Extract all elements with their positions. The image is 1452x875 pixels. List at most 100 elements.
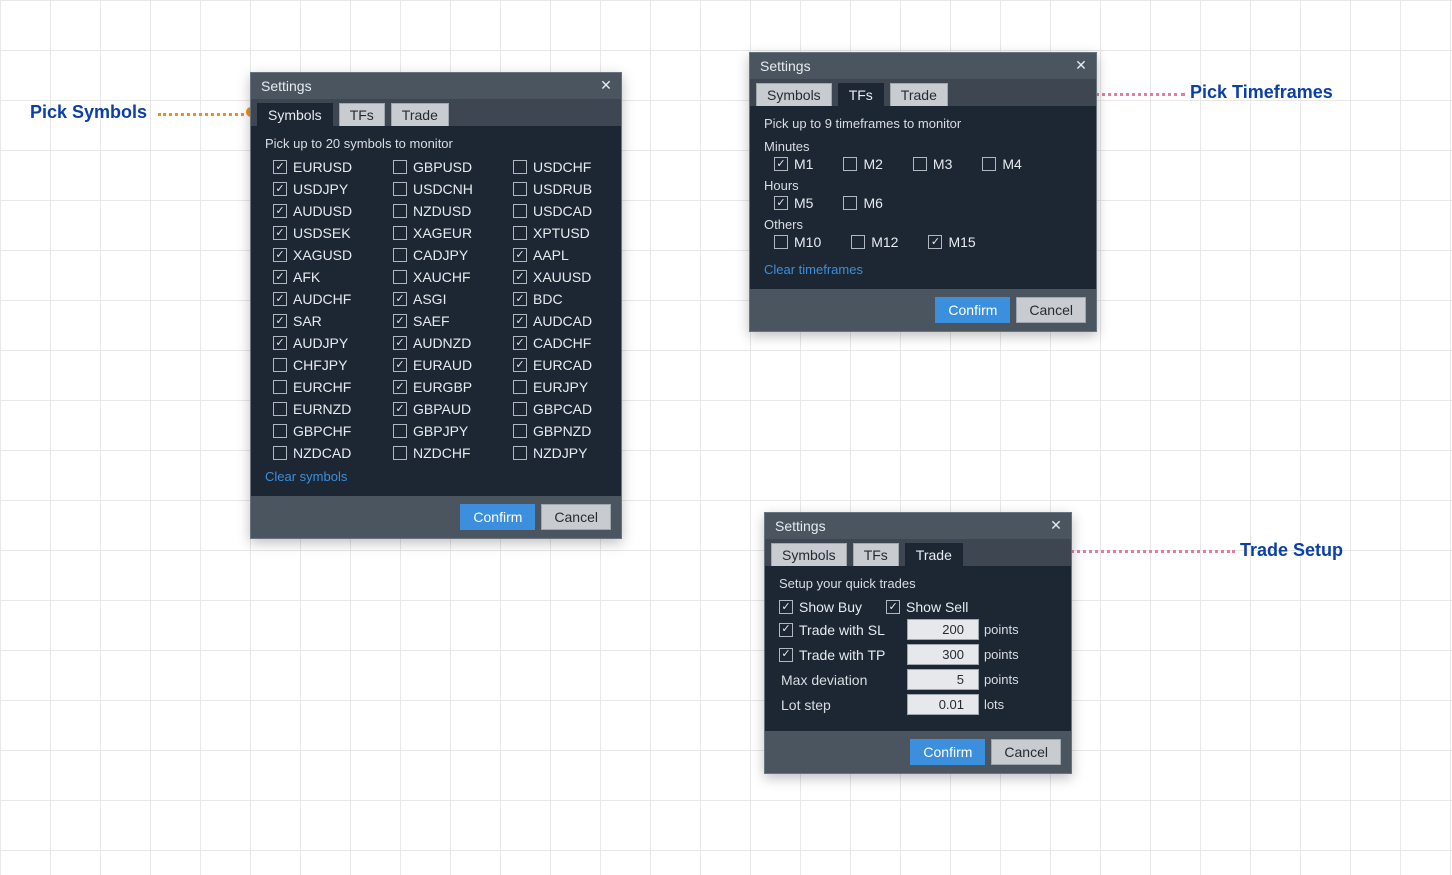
cancel-button[interactable]: Cancel [541, 504, 611, 530]
tf-checkbox[interactable]: M2 [843, 156, 882, 172]
show-buy-checkbox[interactable]: Show Buy [779, 599, 862, 615]
symbol-checkbox[interactable]: USDCNH [393, 181, 503, 197]
symbol-checkbox[interactable]: AAPL [513, 247, 623, 263]
symbol-checkbox[interactable]: SAR [273, 313, 383, 329]
symbol-checkbox[interactable]: EURAUD [393, 357, 503, 373]
symbol-checkbox[interactable]: NZDCHF [393, 445, 503, 461]
tf-checkbox[interactable]: M12 [851, 234, 898, 250]
max-dev-stepper[interactable]: 5 ▲▼ [907, 669, 972, 690]
symbol-checkbox[interactable]: EURJPY [513, 379, 623, 395]
close-icon[interactable]: ✕ [597, 77, 615, 95]
tab-trade[interactable]: Trade [905, 543, 963, 566]
tf-checkbox[interactable]: M4 [982, 156, 1021, 172]
symbol-checkbox[interactable]: GBPUSD [393, 159, 503, 175]
symbol-checkbox[interactable]: EURCAD [513, 357, 623, 373]
tab-tfs[interactable]: TFs [853, 543, 899, 566]
confirm-button[interactable]: Confirm [460, 504, 535, 530]
symbol-checkbox[interactable]: SAEF [393, 313, 503, 329]
symbol-checkbox[interactable]: GBPCAD [513, 401, 623, 417]
symbol-checkbox[interactable]: NZDJPY [513, 445, 623, 461]
checkbox-icon [393, 270, 407, 284]
checkbox-icon [886, 600, 900, 614]
tab-tfs[interactable]: TFs [339, 103, 385, 126]
symbol-checkbox[interactable]: CADCHF [513, 335, 623, 351]
symbol-checkbox-label: NZDUSD [413, 203, 471, 219]
symbol-checkbox[interactable]: GBPJPY [393, 423, 503, 439]
checkbox-icon [393, 204, 407, 218]
symbol-checkbox[interactable]: AFK [273, 269, 383, 285]
symbol-checkbox[interactable]: USDSEK [273, 225, 383, 241]
symbol-checkbox-label: CHFJPY [293, 357, 347, 373]
symbol-checkbox[interactable]: NZDCAD [273, 445, 383, 461]
tab-symbols[interactable]: Symbols [257, 103, 333, 126]
trade-tp-value[interactable]: 300 [907, 644, 979, 665]
symbol-checkbox[interactable]: CADJPY [393, 247, 503, 263]
confirm-button[interactable]: Confirm [910, 739, 985, 765]
titlebar: Settings ✕ [251, 73, 621, 99]
symbol-checkbox[interactable]: AUDUSD [273, 203, 383, 219]
tf-section-minutes: Minutes [764, 139, 1082, 154]
symbol-checkbox[interactable]: XAGUSD [273, 247, 383, 263]
checkbox-icon [928, 235, 942, 249]
tab-symbols[interactable]: Symbols [756, 83, 832, 106]
symbol-checkbox-label: USDSEK [293, 225, 351, 241]
checkbox-icon [774, 235, 788, 249]
symbol-checkbox[interactable]: USDCAD [513, 203, 623, 219]
symbol-checkbox[interactable]: USDJPY [273, 181, 383, 197]
confirm-button[interactable]: Confirm [935, 297, 1010, 323]
checkbox-icon [513, 292, 527, 306]
trade-sl-value[interactable]: 200 [907, 619, 979, 640]
symbol-checkbox[interactable]: USDRUB [513, 181, 623, 197]
tf-checkbox-label: M1 [794, 156, 813, 172]
tf-checkbox[interactable]: M3 [913, 156, 952, 172]
tab-trade[interactable]: Trade [890, 83, 948, 106]
symbol-checkbox[interactable]: NZDUSD [393, 203, 503, 219]
symbol-checkbox[interactable]: CHFJPY [273, 357, 383, 373]
clear-symbols-link[interactable]: Clear symbols [265, 469, 347, 484]
symbol-checkbox[interactable]: EURNZD [273, 401, 383, 417]
max-dev-value[interactable]: 5 [907, 669, 979, 690]
trade-tp-checkbox[interactable]: Trade with TP [779, 647, 899, 663]
cancel-button[interactable]: Cancel [991, 739, 1061, 765]
symbol-checkbox-label: NZDCHF [413, 445, 471, 461]
trade-sl-unit: points [984, 622, 1019, 637]
clear-timeframes-link[interactable]: Clear timeframes [764, 262, 863, 277]
trade-sl-stepper[interactable]: 200 ▲▼ [907, 619, 972, 640]
symbol-checkbox[interactable]: GBPNZD [513, 423, 623, 439]
symbol-checkbox[interactable]: EURGBP [393, 379, 503, 395]
symbol-checkbox[interactable]: BDC [513, 291, 623, 307]
cancel-button[interactable]: Cancel [1016, 297, 1086, 323]
trade-tp-stepper[interactable]: 300 ▲▼ [907, 644, 972, 665]
trade-sl-checkbox[interactable]: Trade with SL [779, 622, 899, 638]
show-sell-checkbox[interactable]: Show Sell [886, 599, 968, 615]
symbol-checkbox[interactable]: EURCHF [273, 379, 383, 395]
tf-checkbox[interactable]: M15 [928, 234, 975, 250]
symbol-checkbox[interactable]: XPTUSD [513, 225, 623, 241]
symbol-checkbox[interactable]: EURUSD [273, 159, 383, 175]
symbol-checkbox[interactable]: XAUUSD [513, 269, 623, 285]
symbol-checkbox[interactable]: XAUCHF [393, 269, 503, 285]
lot-step-value[interactable]: 0.01 [907, 694, 979, 715]
symbol-checkbox[interactable]: AUDJPY [273, 335, 383, 351]
close-icon[interactable]: ✕ [1047, 517, 1065, 535]
tf-instruction: Pick up to 9 timeframes to monitor [764, 116, 1082, 131]
symbol-checkbox[interactable]: USDCHF [513, 159, 623, 175]
tf-checkbox[interactable]: M1 [774, 156, 813, 172]
tab-symbols[interactable]: Symbols [771, 543, 847, 566]
symbol-checkbox-label: SAR [293, 313, 322, 329]
tab-tfs[interactable]: TFs [838, 83, 884, 106]
tf-checkbox[interactable]: M10 [774, 234, 821, 250]
symbol-checkbox[interactable]: GBPCHF [273, 423, 383, 439]
symbol-checkbox[interactable]: GBPAUD [393, 401, 503, 417]
tf-checkbox[interactable]: M5 [774, 195, 813, 211]
tab-trade[interactable]: Trade [391, 103, 449, 126]
symbol-checkbox[interactable]: ASGI [393, 291, 503, 307]
symbol-checkbox[interactable]: AUDCAD [513, 313, 623, 329]
dialog-body: Pick up to 9 timeframes to monitor Minut… [750, 106, 1096, 289]
tf-checkbox[interactable]: M6 [843, 195, 882, 211]
lot-step-stepper[interactable]: 0.01 ▲▼ [907, 694, 972, 715]
symbol-checkbox[interactable]: XAGEUR [393, 225, 503, 241]
symbol-checkbox[interactable]: AUDCHF [273, 291, 383, 307]
symbol-checkbox[interactable]: AUDNZD [393, 335, 503, 351]
close-icon[interactable]: ✕ [1072, 57, 1090, 75]
